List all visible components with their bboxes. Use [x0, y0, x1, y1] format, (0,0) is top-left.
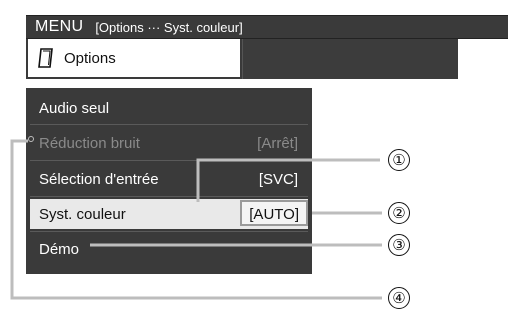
callout-4: ④	[388, 287, 410, 309]
callout-1: ①	[388, 149, 410, 171]
callout-2: ②	[388, 202, 410, 224]
callout-3: ③	[388, 234, 410, 256]
callout-lines	[10, 139, 382, 300]
